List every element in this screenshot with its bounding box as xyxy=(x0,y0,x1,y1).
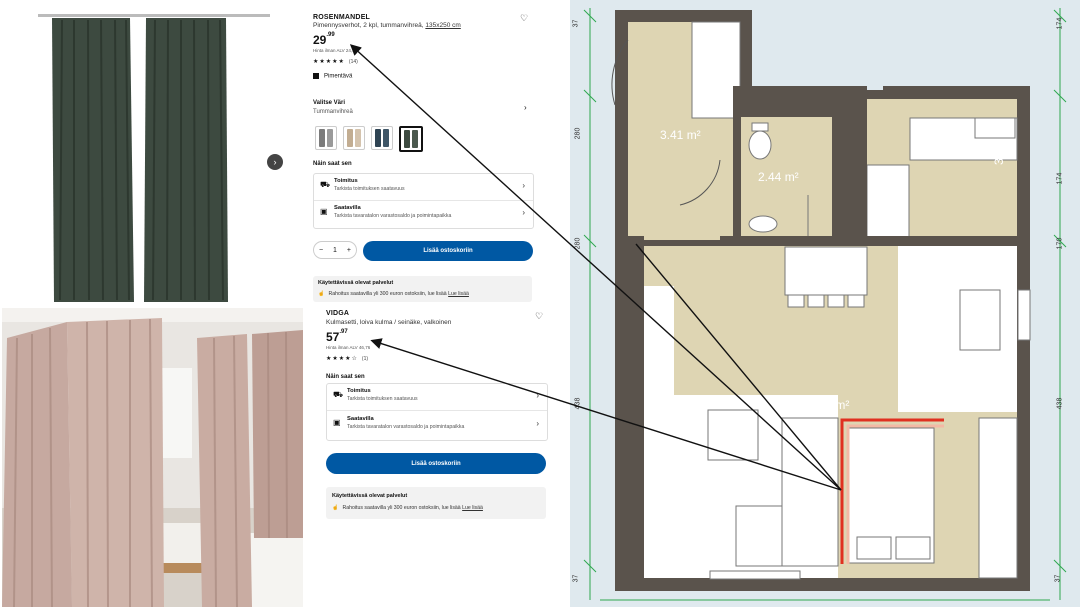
add-to-cart-button[interactable]: Lisää ostoskoriin xyxy=(363,241,533,261)
product1-size-link[interactable]: 135x250 cm xyxy=(425,22,460,29)
available-subtitle: Tarkista tavaratalon varastosaldo ja poi… xyxy=(347,424,465,430)
dim-right-b: 174 xyxy=(1056,172,1064,185)
services-text: Rahoitus saatavilla yli 300 euron ostoks… xyxy=(342,505,461,511)
services-heading: Käytettävissä olevat palvelut xyxy=(332,493,408,499)
product2-rating[interactable]: ★★★★☆ (1) xyxy=(326,355,368,362)
store-icon: ▣ xyxy=(320,207,328,216)
product2-price-note: Hinta ilman ALV 46,76 xyxy=(326,345,371,350)
services-box: Käytettävissä olevat palvelut ☝ Rahoitus … xyxy=(313,276,532,302)
dim-left-low: 438 xyxy=(574,397,582,410)
dim-left-top: 37 xyxy=(572,19,580,28)
product1-price-note: Hinta ilman ALV 24,... xyxy=(313,48,356,53)
add-to-cart-button[interactable]: Lisää ostoskoriin xyxy=(326,453,546,474)
color-value: Tummanvihreä xyxy=(313,109,353,115)
dim-left-upper: 280 xyxy=(574,127,582,140)
delivery-row[interactable]: ⛟ Toimitus Tarkista toimituksen saatavuu… xyxy=(314,174,533,201)
delivery-title: Toimitus xyxy=(347,388,371,394)
chevron-right-icon: › xyxy=(522,208,525,217)
services-link[interactable]: Lue lisää xyxy=(448,291,469,297)
dim-right-e: 37 xyxy=(1054,574,1062,583)
area-label-hall: 3.41 m² xyxy=(660,128,701,142)
feature-label: Pimentävä xyxy=(324,73,353,80)
carousel-next-icon[interactable]: › xyxy=(267,154,283,170)
area-label-kitchen: 3.26 m² xyxy=(992,124,1006,165)
heart-icon[interactable]: ♡ xyxy=(520,13,528,24)
color-select-label: Valitse Väri xyxy=(313,100,346,106)
swatch-dark-green[interactable] xyxy=(399,126,423,152)
dim-right-a: 174 xyxy=(1056,17,1064,30)
services-link[interactable]: Lue lisää xyxy=(462,505,483,511)
product1-price: 29.99 xyxy=(313,32,335,47)
quantity-value[interactable]: 1 xyxy=(333,247,337,254)
info-icon: ☝ xyxy=(332,505,339,511)
price-decimals: .97 xyxy=(339,329,348,335)
swatch-grey[interactable] xyxy=(315,126,337,150)
area-label-bath: 2.44 m² xyxy=(758,170,799,184)
delivery-row[interactable]: ⛟ Toimitus Tarkista toimituksen saatavuu… xyxy=(327,384,547,411)
swatch-blue[interactable] xyxy=(371,126,393,150)
available-title: Saatavilla xyxy=(347,416,374,422)
product1-description: Pimennysverhot, 2 kpl, tummanvihreä, 135… xyxy=(313,22,461,29)
chevron-right-icon: › xyxy=(522,181,525,190)
services-row: ☝ Rahoitus saatavilla yli 300 euron ostok… xyxy=(332,505,483,511)
swatch-beige[interactable] xyxy=(343,126,365,150)
services-box: Käytettävissä olevat palvelut ☝ Rahoitus … xyxy=(326,487,546,519)
delivery-heading: Näin saat sen xyxy=(326,374,365,380)
truck-icon: ⛟ xyxy=(320,180,331,189)
heart-icon[interactable]: ♡ xyxy=(535,311,543,322)
chevron-right-icon: › xyxy=(536,391,539,400)
dim-right-c: 170 xyxy=(1056,237,1064,250)
services-text: Rahoitus saatavilla yli 300 euron ostoks… xyxy=(328,291,447,297)
price-integer: 29 xyxy=(313,33,327,47)
price-decimals: .99 xyxy=(326,32,335,38)
dim-left-mid: 280 xyxy=(574,237,582,250)
blackout-icon xyxy=(313,73,319,79)
rating-count: (14) xyxy=(348,59,358,65)
available-subtitle: Tarkista tavaratalon varastosaldo ja poi… xyxy=(334,213,452,219)
area-label-living: 24.61 m² xyxy=(802,398,850,412)
dim-right-d: 438 xyxy=(1056,397,1064,410)
dim-left-bottom: 37 xyxy=(572,574,580,583)
delivery-subtitle: Tarkista toimituksen saatavuus xyxy=(347,396,418,402)
delivery-options: ⛟ Toimitus Tarkista toimituksen saatavuu… xyxy=(326,383,548,441)
store-icon: ▣ xyxy=(333,418,341,427)
product2-description: Kulmasetti, loiva kulma / seinäke, valko… xyxy=(326,319,452,326)
services-heading: Käytettävissä olevat palvelut xyxy=(318,280,394,286)
product1-desc-text: Pimennysverhot, 2 kpl, tummanvihreä, xyxy=(313,22,424,29)
info-icon: ☝ xyxy=(318,291,325,297)
delivery-options: ⛟ Toimitus Tarkista toimituksen saatavuu… xyxy=(313,173,534,229)
color-swatches xyxy=(315,126,423,152)
services-row: ☝ Rahoitus saatavilla yli 300 euron ostok… xyxy=(318,291,469,297)
price-integer: 57 xyxy=(326,330,340,344)
product2-name: VIDGA xyxy=(326,310,350,317)
product2-price: 57.97 xyxy=(326,329,348,344)
delivery-subtitle: Tarkista toimituksen saatavuus xyxy=(334,186,405,192)
delivery-title: Toimitus xyxy=(334,178,358,184)
store-availability-row[interactable]: ▣ Saatavilla Tarkista tavaratalon varast… xyxy=(327,412,547,438)
room-curtain-photo xyxy=(2,308,303,608)
truck-icon: ⛟ xyxy=(333,390,344,399)
available-title: Saatavilla xyxy=(334,205,361,211)
store-availability-row[interactable]: ▣ Saatavilla Tarkista tavaratalon varast… xyxy=(314,201,533,227)
quantity-minus-button[interactable]: − xyxy=(319,247,323,254)
chevron-right-icon: › xyxy=(536,419,539,428)
delivery-heading: Näin saat sen xyxy=(313,161,352,167)
quantity-stepper: − 1 + xyxy=(313,241,357,259)
floor-plan: 3.41 m² 2.44 m² 3.26 m² 24.61 m² 37 280 … xyxy=(570,0,1080,607)
product1-rating[interactable]: ★★★★★ (14) xyxy=(313,58,358,65)
rating-count: (1) xyxy=(361,356,369,362)
chevron-right-icon[interactable]: › xyxy=(524,103,527,112)
product1-feature: Pimentävä xyxy=(313,73,352,80)
curtain-product-photo xyxy=(0,0,305,305)
product1-name: ROSENMANDEL xyxy=(313,14,371,21)
quantity-plus-button[interactable]: + xyxy=(347,247,351,254)
